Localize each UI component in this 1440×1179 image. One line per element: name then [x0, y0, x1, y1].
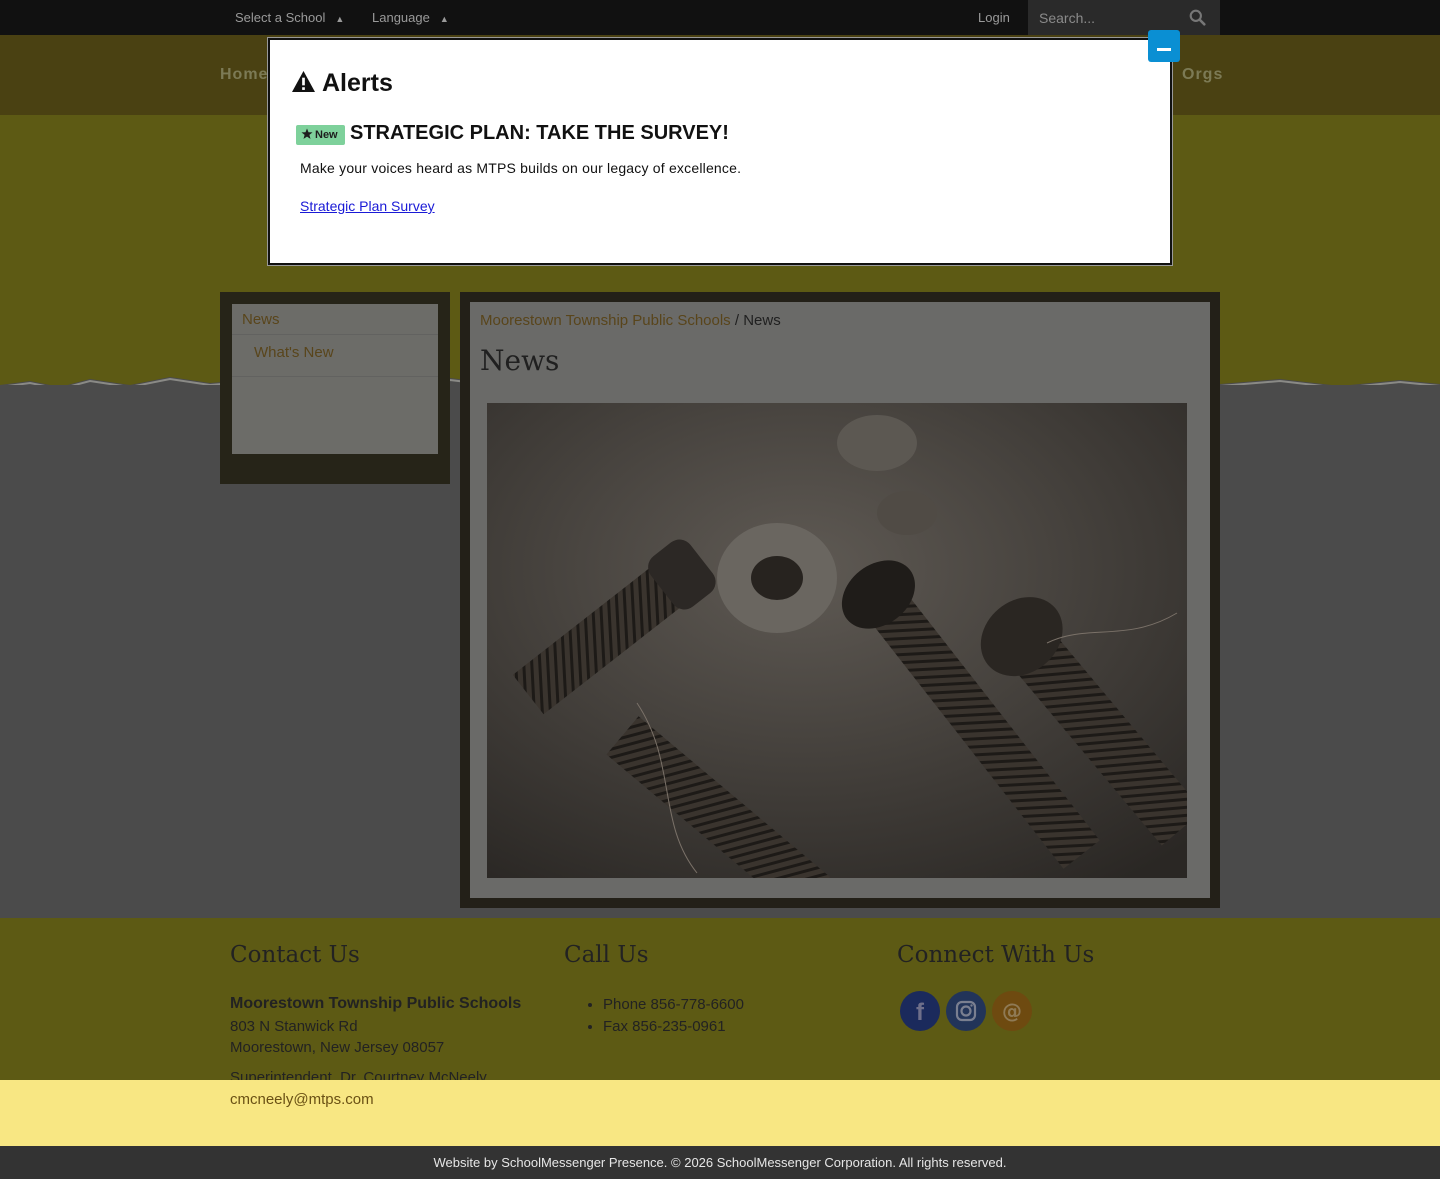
sidebar: News What's New	[220, 292, 450, 484]
contact-heading: Contact Us	[230, 942, 360, 968]
connect-heading: Connect With Us	[897, 942, 1095, 968]
copyright-suffix: . © 2026 SchoolMessenger Corporation. Al…	[663, 1155, 1007, 1170]
divider	[232, 334, 438, 335]
facebook-icon[interactable]: f	[900, 991, 940, 1031]
footer-light-band: cmcneely@mtps.com	[0, 1080, 1440, 1146]
warning-icon	[292, 70, 315, 93]
footer-address-line2: Moorestown, New Jersey 08057	[230, 1039, 445, 1056]
sort-caret-icon: ▲︎	[439, 14, 449, 24]
instagram-icon[interactable]	[946, 991, 986, 1031]
news-hero-image	[487, 403, 1187, 878]
breadcrumb-current: News	[743, 312, 781, 329]
page-title: News	[480, 344, 560, 377]
copyright-prefix: Website by	[433, 1155, 498, 1170]
svg-text:f: f	[916, 999, 925, 1026]
minus-icon	[1157, 48, 1171, 51]
breadcrumb-root-link[interactable]: Moorestown Township Public Schools	[480, 312, 731, 329]
phone-number: Phone 856-778-6600	[603, 994, 744, 1016]
language-select[interactable]: Language ▲︎	[372, 10, 449, 25]
login-link[interactable]: Login	[978, 10, 1010, 25]
minimize-alerts-button[interactable]	[1148, 30, 1180, 62]
alerts-heading: Alerts	[291, 69, 393, 98]
fax-number: Fax 856-235-0961	[603, 1016, 744, 1038]
divider	[232, 376, 438, 377]
alerts-heading-text: Alerts	[322, 69, 393, 97]
copyright-bar: Website by SchoolMessenger Presence. © 2…	[0, 1146, 1440, 1179]
alert-title: STRATEGIC PLAN: TAKE THE SURVEY!	[350, 122, 729, 144]
new-badge: New	[296, 125, 345, 145]
school-select-label: Select a School	[235, 10, 326, 25]
sort-caret-icon: ▲︎	[335, 14, 345, 24]
sidebar-title[interactable]: News	[242, 311, 280, 328]
search-icon[interactable]	[1189, 9, 1206, 26]
footer-org-name: Moorestown Township Public Schools	[230, 995, 522, 1012]
call-list: Phone 856-778-6600 Fax 856-235-0961	[585, 994, 744, 1038]
breadcrumb: Moorestown Township Public Schools / New…	[480, 312, 781, 329]
sidebar-item-whats-new[interactable]: What's New	[254, 344, 334, 361]
language-select-label: Language	[372, 10, 430, 25]
strategic-plan-survey-link[interactable]: Strategic Plan Survey	[300, 198, 435, 214]
nav-item-home[interactable]: Home	[220, 66, 268, 84]
call-heading: Call Us	[564, 942, 649, 968]
main-content: Moorestown Township Public Schools / New…	[460, 292, 1220, 908]
sidebar-panel: News What's New	[232, 304, 438, 454]
footer: Contact Us Moorestown Township Public Sc…	[0, 918, 1440, 1086]
nav-item-orgs[interactable]: Orgs	[1182, 66, 1223, 84]
utility-bar: Select a School ▲︎ Language ▲︎ Login	[0, 0, 1440, 35]
copyright-text: Website by SchoolMessenger Presence. © 2…	[0, 1155, 1440, 1170]
school-select[interactable]: Select a School ▲︎	[235, 10, 344, 25]
alerts-modal: Alerts New STRATEGIC PLAN: TAKE THE SURV…	[268, 38, 1172, 265]
new-badge-label: New	[315, 129, 338, 141]
alert-body: Make your voices heard as MTPS builds on…	[300, 160, 742, 176]
footer-address-line1: 803 N Stanwick Rd	[230, 1018, 358, 1035]
search-box	[1028, 0, 1220, 35]
star-icon	[301, 128, 313, 139]
email-icon[interactable]: @	[992, 991, 1032, 1031]
breadcrumb-separator: /	[734, 312, 740, 329]
schoolmessenger-link[interactable]: SchoolMessenger Presence	[501, 1155, 664, 1170]
content-panel: Moorestown Township Public Schools / New…	[470, 302, 1210, 898]
svg-text:@: @	[1002, 999, 1022, 1023]
superintendent-email-link[interactable]: cmcneely@mtps.com	[230, 1091, 374, 1108]
